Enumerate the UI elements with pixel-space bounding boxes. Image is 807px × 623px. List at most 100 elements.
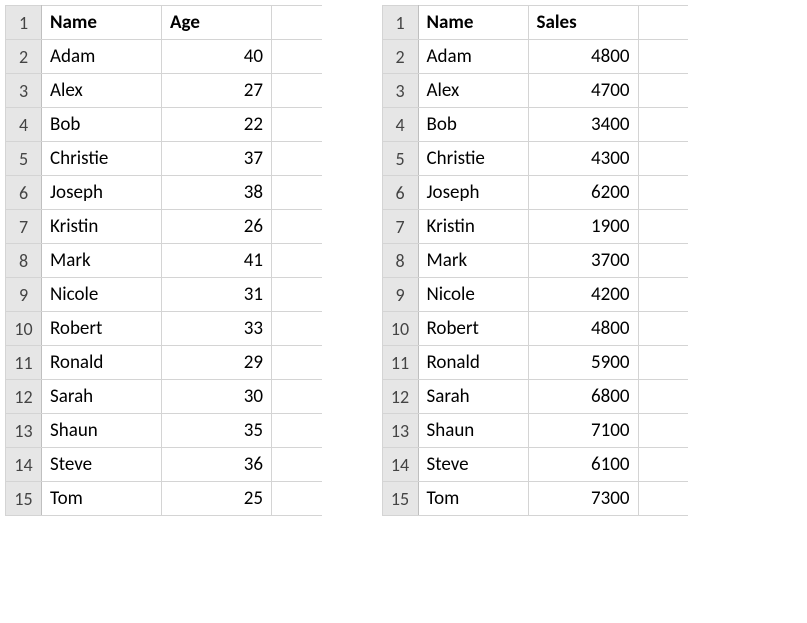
value-cell[interactable]: 4200 — [528, 278, 638, 312]
row-number-cell[interactable]: 6 — [382, 176, 418, 210]
name-cell[interactable]: Adam — [418, 40, 528, 74]
empty-cell[interactable] — [638, 278, 688, 312]
value-cell[interactable]: 35 — [162, 414, 272, 448]
name-cell[interactable]: Nicole — [42, 278, 162, 312]
value-cell[interactable]: 27 — [162, 74, 272, 108]
value-cell[interactable]: 31 — [162, 278, 272, 312]
empty-cell[interactable] — [272, 414, 322, 448]
empty-cell[interactable] — [638, 40, 688, 74]
value-cell[interactable]: 3700 — [528, 244, 638, 278]
name-cell[interactable]: Bob — [42, 108, 162, 142]
value-cell[interactable]: 4800 — [528, 40, 638, 74]
name-cell[interactable]: Sarah — [42, 380, 162, 414]
name-cell[interactable]: Christie — [418, 142, 528, 176]
name-cell[interactable]: Shaun — [418, 414, 528, 448]
name-cell[interactable]: Robert — [418, 312, 528, 346]
name-cell[interactable]: Joseph — [42, 176, 162, 210]
value-cell[interactable]: 37 — [162, 142, 272, 176]
empty-cell[interactable] — [638, 482, 688, 516]
name-cell[interactable]: Sarah — [418, 380, 528, 414]
name-cell[interactable]: Mark — [42, 244, 162, 278]
value-cell[interactable]: 5900 — [528, 346, 638, 380]
row-number-cell[interactable]: 8 — [6, 244, 42, 278]
value-cell[interactable]: 38 — [162, 176, 272, 210]
row-number-cell[interactable]: 13 — [6, 414, 42, 448]
name-cell[interactable]: Bob — [418, 108, 528, 142]
empty-cell[interactable] — [638, 6, 688, 40]
empty-cell[interactable] — [638, 176, 688, 210]
value-cell[interactable]: 6100 — [528, 448, 638, 482]
empty-cell[interactable] — [272, 176, 322, 210]
column-header-sales[interactable]: Sales — [528, 6, 638, 40]
value-cell[interactable]: 6800 — [528, 380, 638, 414]
empty-cell[interactable] — [272, 142, 322, 176]
name-cell[interactable]: Kristin — [42, 210, 162, 244]
row-number-cell[interactable]: 10 — [6, 312, 42, 346]
empty-cell[interactable] — [638, 74, 688, 108]
empty-cell[interactable] — [272, 244, 322, 278]
value-cell[interactable]: 4300 — [528, 142, 638, 176]
column-header-name[interactable]: Name — [418, 6, 528, 40]
empty-cell[interactable] — [272, 74, 322, 108]
row-number-cell[interactable]: 11 — [382, 346, 418, 380]
value-cell[interactable]: 7300 — [528, 482, 638, 516]
empty-cell[interactable] — [272, 380, 322, 414]
name-cell[interactable]: Joseph — [418, 176, 528, 210]
row-number-cell[interactable]: 5 — [382, 142, 418, 176]
row-number-cell[interactable]: 6 — [6, 176, 42, 210]
empty-cell[interactable] — [272, 312, 322, 346]
name-cell[interactable]: Shaun — [42, 414, 162, 448]
name-cell[interactable]: Adam — [42, 40, 162, 74]
value-cell[interactable]: 36 — [162, 448, 272, 482]
value-cell[interactable]: 7100 — [528, 414, 638, 448]
row-number-cell[interactable]: 2 — [382, 40, 418, 74]
value-cell[interactable]: 1900 — [528, 210, 638, 244]
name-cell[interactable]: Alex — [418, 74, 528, 108]
row-number-cell[interactable]: 9 — [382, 278, 418, 312]
value-cell[interactable]: 3400 — [528, 108, 638, 142]
row-number-cell[interactable]: 12 — [6, 380, 42, 414]
right-spreadsheet-table[interactable]: 1 Name Sales 2 Adam 4800 3 Alex 4700 4 B… — [382, 5, 689, 516]
empty-cell[interactable] — [638, 244, 688, 278]
row-number-cell[interactable]: 11 — [6, 346, 42, 380]
row-number-cell[interactable]: 14 — [6, 448, 42, 482]
row-number-cell[interactable]: 4 — [6, 108, 42, 142]
row-number-cell[interactable]: 13 — [382, 414, 418, 448]
row-number-cell[interactable]: 7 — [6, 210, 42, 244]
row-number-cell[interactable]: 7 — [382, 210, 418, 244]
left-spreadsheet-table[interactable]: 1 Name Age 2 Adam 40 3 Alex 27 4 Bob 22 … — [5, 5, 322, 516]
row-number-cell[interactable]: 5 — [6, 142, 42, 176]
row-number-cell[interactable]: 3 — [382, 74, 418, 108]
value-cell[interactable]: 41 — [162, 244, 272, 278]
name-cell[interactable]: Alex — [42, 74, 162, 108]
empty-cell[interactable] — [272, 278, 322, 312]
name-cell[interactable]: Robert — [42, 312, 162, 346]
empty-cell[interactable] — [272, 448, 322, 482]
column-header-name[interactable]: Name — [42, 6, 162, 40]
name-cell[interactable]: Tom — [42, 482, 162, 516]
value-cell[interactable]: 6200 — [528, 176, 638, 210]
empty-cell[interactable] — [638, 142, 688, 176]
row-number-cell[interactable]: 12 — [382, 380, 418, 414]
empty-cell[interactable] — [272, 482, 322, 516]
value-cell[interactable]: 30 — [162, 380, 272, 414]
empty-cell[interactable] — [638, 108, 688, 142]
name-cell[interactable]: Steve — [42, 448, 162, 482]
row-number-cell[interactable]: 1 — [6, 6, 42, 40]
value-cell[interactable]: 26 — [162, 210, 272, 244]
value-cell[interactable]: 4700 — [528, 74, 638, 108]
name-cell[interactable]: Nicole — [418, 278, 528, 312]
empty-cell[interactable] — [638, 346, 688, 380]
empty-cell[interactable] — [638, 210, 688, 244]
row-number-cell[interactable]: 1 — [382, 6, 418, 40]
value-cell[interactable]: 22 — [162, 108, 272, 142]
empty-cell[interactable] — [272, 210, 322, 244]
value-cell[interactable]: 4800 — [528, 312, 638, 346]
name-cell[interactable]: Christie — [42, 142, 162, 176]
row-number-cell[interactable]: 2 — [6, 40, 42, 74]
row-number-cell[interactable]: 10 — [382, 312, 418, 346]
value-cell[interactable]: 40 — [162, 40, 272, 74]
value-cell[interactable]: 25 — [162, 482, 272, 516]
row-number-cell[interactable]: 8 — [382, 244, 418, 278]
row-number-cell[interactable]: 14 — [382, 448, 418, 482]
